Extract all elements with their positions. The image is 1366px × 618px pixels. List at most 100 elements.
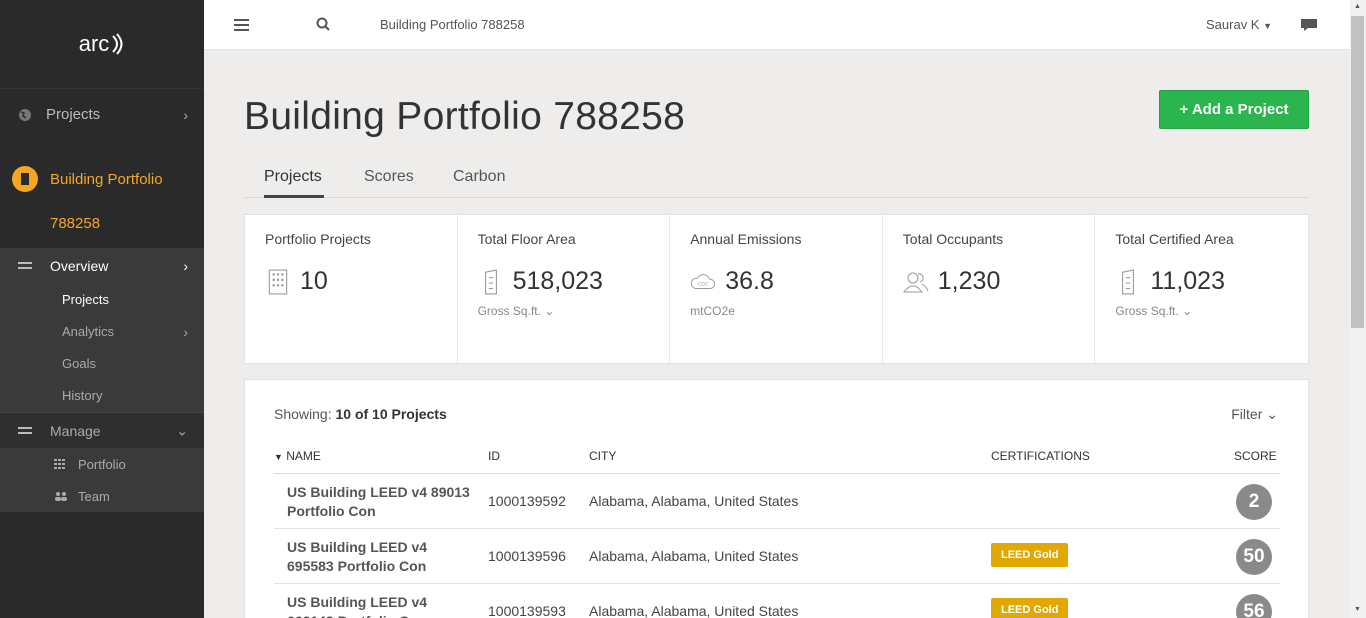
globe-icon bbox=[19, 108, 31, 121]
project-id: 1000139592 bbox=[488, 493, 566, 509]
grid-icon bbox=[54, 459, 65, 469]
logo-waves-icon bbox=[112, 33, 123, 55]
project-name[interactable]: US Building LEED v4 662143 Portfolio Con bbox=[287, 593, 477, 618]
stat-value: 518,023 bbox=[512, 267, 603, 295]
chevron-down-icon: ⌄ bbox=[1182, 304, 1193, 318]
certification-badge: LEED Gold bbox=[991, 543, 1069, 567]
filter-label: Filter bbox=[1231, 406, 1263, 422]
manage-item-portfolio[interactable]: Portfolio bbox=[0, 448, 204, 480]
showing-prefix: Showing: bbox=[274, 406, 336, 422]
co2-cloud-icon: CO2 bbox=[691, 273, 716, 289]
manage-item-team[interactable]: Team bbox=[0, 480, 204, 512]
project-name[interactable]: US Building LEED v4 89013 Portfolio Con bbox=[287, 483, 477, 521]
portfolio-title-line1: Building Portfolio bbox=[50, 170, 163, 188]
stat-total-occupants: Total Occupants 1,230 bbox=[883, 215, 1096, 363]
subnav-item-projects[interactable]: Projects bbox=[0, 284, 204, 316]
user-menu[interactable]: Saurav K ▼ bbox=[1206, 17, 1272, 32]
sidebar-projects-label: Projects bbox=[46, 106, 101, 123]
stat-label: Total Floor Area bbox=[477, 231, 576, 247]
overview-label: Overview bbox=[50, 258, 109, 274]
column-header-id[interactable]: ID bbox=[488, 449, 500, 463]
subnav-item-goals[interactable]: Goals bbox=[0, 348, 204, 380]
stat-value: 11,023 bbox=[1150, 267, 1225, 295]
project-id: 1000139593 bbox=[488, 603, 566, 618]
sidebar: arc Projects › Building Portfolio 788258… bbox=[0, 0, 204, 618]
project-city: Alabama, Alabama, United States bbox=[589, 493, 799, 509]
showing-value: 10 of 10 Projects bbox=[335, 406, 447, 422]
sidebar-item-overview[interactable]: Overview › bbox=[0, 248, 204, 284]
manage-item-label: Portfolio bbox=[78, 456, 126, 472]
building-icon bbox=[268, 269, 288, 294]
stat-value: 36.8 bbox=[725, 267, 774, 295]
arc-logo[interactable]: arc bbox=[0, 0, 204, 88]
chat-icon[interactable] bbox=[1300, 18, 1318, 32]
page-title: Building Portfolio 788258 bbox=[244, 95, 686, 138]
portfolio-title-line2: 788258 bbox=[50, 215, 101, 232]
stat-label: Total Certified Area bbox=[1115, 231, 1234, 247]
certified-area-icon bbox=[1122, 268, 1135, 294]
search-icon[interactable] bbox=[316, 17, 330, 31]
stat-unit: Gross Sq.ft. bbox=[1115, 304, 1179, 318]
user-name: Saurav K bbox=[1206, 17, 1260, 32]
stat-value: 1,230 bbox=[937, 267, 1001, 295]
column-header-score[interactable]: SCORE bbox=[1234, 449, 1277, 463]
floor-area-icon bbox=[484, 268, 497, 294]
subnav-label: Analytics bbox=[62, 324, 115, 339]
chevron-down-icon: ⌄ bbox=[1266, 406, 1278, 422]
column-header-city[interactable]: CITY bbox=[589, 449, 616, 463]
search-input[interactable]: Building Portfolio 788258 bbox=[380, 17, 525, 32]
add-project-button[interactable]: + Add a Project bbox=[1159, 90, 1309, 129]
tab-scores[interactable]: Scores bbox=[364, 168, 414, 186]
chevron-down-icon: ⌄ bbox=[544, 304, 555, 318]
stat-total-floor-area: Total Floor Area 518,023 Gross Sq.ft. ⌄ bbox=[458, 215, 671, 363]
active-tab-underline bbox=[264, 195, 324, 198]
subnav-label: Goals bbox=[62, 356, 96, 371]
column-label: NAME bbox=[286, 449, 321, 463]
stat-portfolio-projects: Portfolio Projects 10 bbox=[245, 215, 458, 363]
chevron-right-icon: › bbox=[183, 258, 188, 274]
caret-down-icon: ▼ bbox=[1263, 21, 1273, 31]
project-city: Alabama, Alabama, United States bbox=[589, 603, 799, 618]
stat-label: Portfolio Projects bbox=[265, 231, 371, 247]
manage-label: Manage bbox=[50, 422, 101, 439]
table-row[interactable]: US Building LEED v4 695583 Portfolio Con… bbox=[274, 529, 1280, 584]
project-city: Alabama, Alabama, United States bbox=[589, 548, 799, 564]
subnav-item-analytics[interactable]: Analytics › bbox=[0, 316, 204, 348]
tab-bar: Projects Scores Carbon bbox=[244, 162, 1309, 198]
tab-projects[interactable]: Projects bbox=[264, 168, 322, 186]
building-icon bbox=[12, 166, 38, 192]
sliders-icon bbox=[18, 261, 32, 271]
subnav-item-history[interactable]: History bbox=[0, 380, 204, 412]
unit-dropdown[interactable]: Gross Sq.ft. ⌄ bbox=[1115, 304, 1308, 318]
scroll-down-arrow-icon[interactable]: ▼ bbox=[1354, 606, 1361, 613]
top-bar: Building Portfolio 788258 Saurav K ▼ bbox=[204, 0, 1350, 50]
sidebar-item-manage[interactable]: Manage ⌄ bbox=[0, 412, 204, 448]
occupants-icon bbox=[902, 272, 929, 292]
showing-count: Showing: 10 of 10 Projects bbox=[274, 406, 447, 422]
score-badge: 56 bbox=[1236, 594, 1272, 618]
stat-label: Annual Emissions bbox=[690, 231, 802, 247]
hamburger-menu-icon[interactable] bbox=[234, 19, 249, 31]
project-name[interactable]: US Building LEED v4 695583 Portfolio Con bbox=[287, 538, 477, 576]
tab-carbon[interactable]: Carbon bbox=[453, 168, 505, 186]
score-badge: 2 bbox=[1236, 484, 1272, 520]
scroll-up-arrow-icon[interactable]: ▲ bbox=[1354, 3, 1361, 10]
sidebar-item-projects[interactable]: Projects › bbox=[0, 88, 204, 140]
stat-label: Total Occupants bbox=[902, 231, 1004, 247]
sort-desc-icon: ▼ bbox=[274, 452, 283, 462]
overview-subnav: Projects Analytics › Goals History bbox=[0, 284, 204, 412]
chevron-right-icon: › bbox=[183, 106, 188, 123]
unit-dropdown[interactable]: Gross Sq.ft. ⌄ bbox=[478, 304, 670, 318]
column-header-name[interactable]: ▼ NAME bbox=[274, 449, 321, 463]
column-header-certifications[interactable]: CERTIFICATIONS bbox=[991, 449, 1090, 463]
table-row[interactable]: US Building LEED v4 662143 Portfolio Con… bbox=[274, 584, 1280, 618]
filter-dropdown[interactable]: Filter ⌄ bbox=[1231, 406, 1278, 423]
project-id: 1000139596 bbox=[488, 548, 566, 564]
scrollbar-thumb[interactable] bbox=[1351, 16, 1364, 328]
manage-subnav: Portfolio Team bbox=[0, 448, 204, 512]
manage-item-label: Team bbox=[78, 488, 110, 504]
chevron-down-icon: ⌄ bbox=[176, 422, 188, 438]
table-row[interactable]: US Building LEED v4 89013 Portfolio Con … bbox=[274, 474, 1280, 529]
portfolio-heading[interactable]: Building Portfolio bbox=[0, 164, 204, 194]
svg-text:CO2: CO2 bbox=[698, 281, 708, 287]
